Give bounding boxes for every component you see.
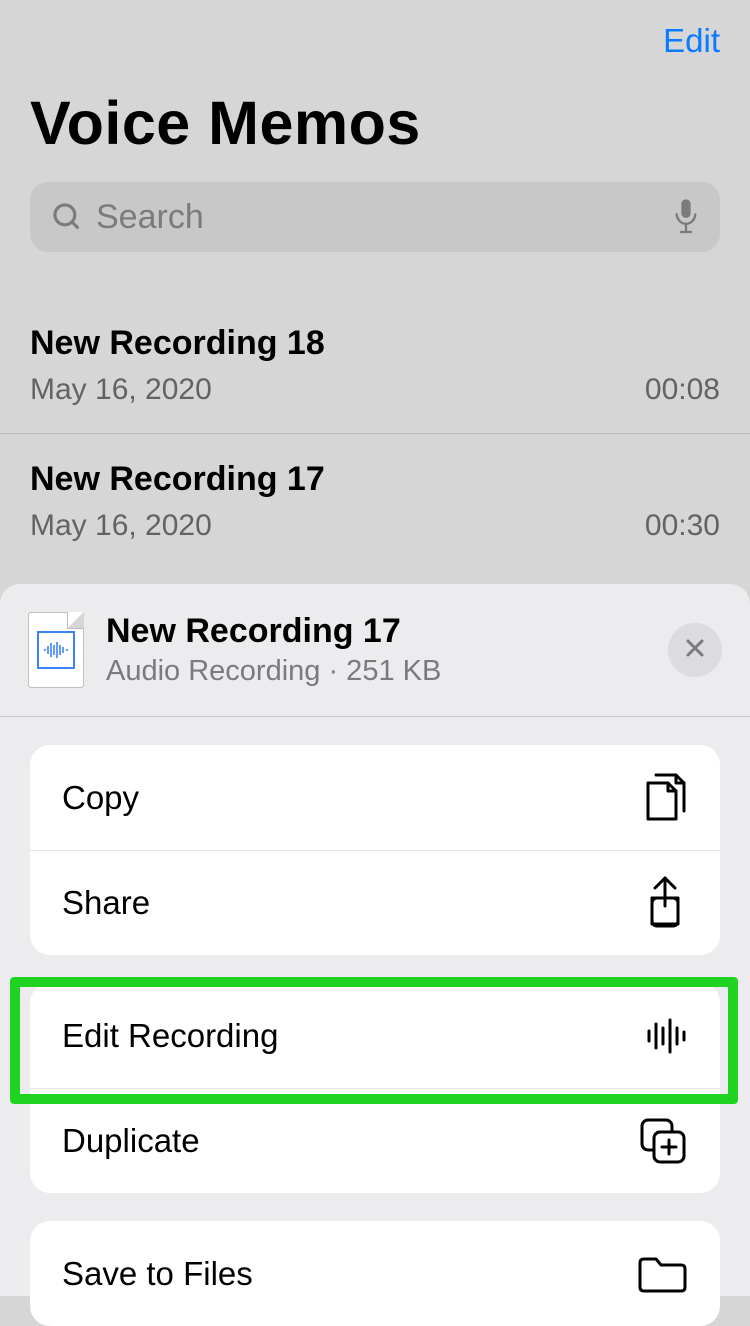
- copy-icon: [638, 769, 688, 827]
- sheet-title: New Recording 17: [106, 612, 668, 651]
- recording-duration: 00:08: [645, 373, 720, 407]
- recording-duration: 00:30: [645, 509, 720, 543]
- menu-group: Edit Recording Duplicate: [30, 983, 720, 1193]
- menu-label: Duplicate: [62, 1122, 200, 1160]
- menu-item-duplicate[interactable]: Duplicate: [30, 1088, 720, 1193]
- waveform-icon: [646, 1016, 688, 1056]
- folder-icon: [636, 1253, 688, 1295]
- menu-item-edit-recording[interactable]: Edit Recording: [30, 983, 720, 1088]
- audio-file-icon: [28, 612, 84, 688]
- close-button[interactable]: [668, 623, 722, 677]
- microphone-icon[interactable]: [672, 197, 700, 237]
- sheet-subtitle: Audio Recording · 251 KB: [106, 655, 668, 688]
- header: Edit Voice Memos Search: [0, 0, 750, 298]
- list-item[interactable]: New Recording 18 May 16, 2020 00:08: [0, 298, 750, 434]
- search-placeholder: Search: [96, 198, 672, 237]
- menu-group: Copy Share: [30, 745, 720, 955]
- duplicate-icon: [638, 1116, 688, 1166]
- recording-date: May 16, 2020: [30, 373, 212, 407]
- recording-date: May 16, 2020: [30, 509, 212, 543]
- search-input[interactable]: Search: [30, 182, 720, 252]
- recordings-list: New Recording 18 May 16, 2020 00:08 New …: [0, 298, 750, 569]
- recording-title: New Recording 18: [30, 324, 720, 363]
- action-sheet: New Recording 17 Audio Recording · 251 K…: [0, 584, 750, 1296]
- menu-label: Save to Files: [62, 1255, 253, 1293]
- menu-group: Save to Files: [30, 1221, 720, 1326]
- menu-label: Edit Recording: [62, 1017, 278, 1055]
- recording-title: New Recording 17: [30, 460, 720, 499]
- menu-label: Copy: [62, 779, 139, 817]
- share-icon: [642, 874, 688, 932]
- page-title: Voice Memos: [30, 88, 720, 158]
- menu-label: Share: [62, 884, 150, 922]
- menu-item-share[interactable]: Share: [30, 850, 720, 955]
- menu-item-copy[interactable]: Copy: [30, 745, 720, 850]
- close-icon: [683, 636, 707, 665]
- edit-button[interactable]: Edit: [30, 22, 720, 60]
- menu-item-save-to-files[interactable]: Save to Files: [30, 1221, 720, 1326]
- sheet-header: New Recording 17 Audio Recording · 251 K…: [0, 584, 750, 716]
- search-icon: [50, 200, 84, 234]
- list-item[interactable]: New Recording 17 May 16, 2020 00:30: [0, 434, 750, 569]
